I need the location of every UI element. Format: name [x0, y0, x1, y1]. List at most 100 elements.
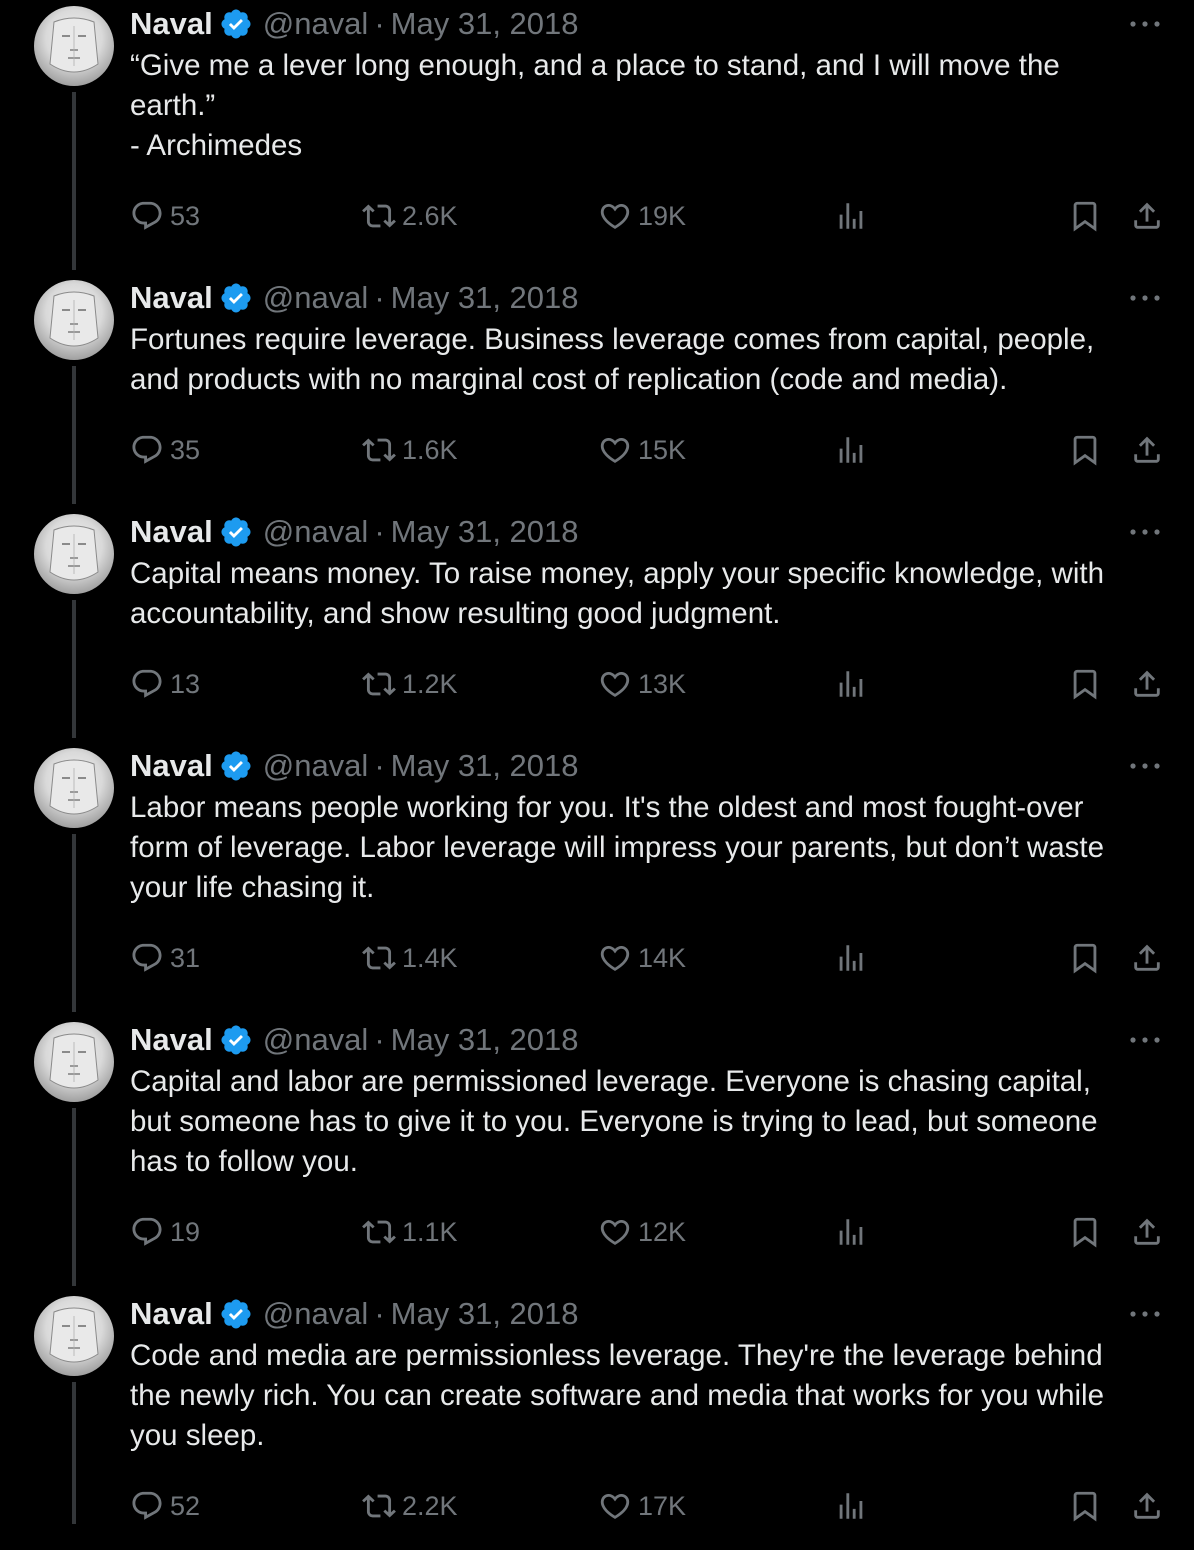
- like-button[interactable]: 14K: [598, 938, 686, 978]
- views-button[interactable]: [834, 1212, 868, 1252]
- tweet-date[interactable]: May 31, 2018: [391, 514, 579, 550]
- like-button[interactable]: 13K: [598, 664, 686, 704]
- share-button[interactable]: [1130, 1486, 1164, 1526]
- tweet-text-line: Fortunes require leverage. Business leve…: [130, 323, 1095, 356]
- more-icon[interactable]: [1128, 754, 1162, 778]
- verified-badge-icon[interactable]: [213, 1297, 263, 1331]
- views-icon: [834, 667, 868, 701]
- views-button[interactable]: [834, 938, 868, 978]
- reply-button[interactable]: 19: [130, 1212, 200, 1252]
- reply-button[interactable]: 31: [130, 938, 200, 978]
- tweet-date[interactable]: May 31, 2018: [391, 1022, 579, 1058]
- tweet[interactable]: Naval @naval · May 31, 2018 Capital and labo…: [0, 1016, 1194, 1276]
- share-button[interactable]: [1130, 430, 1164, 470]
- reply-button[interactable]: 35: [130, 430, 200, 470]
- retweet-count: 1.1K: [402, 1216, 458, 1247]
- tweet-date[interactable]: May 31, 2018: [391, 6, 579, 42]
- tweet-text-line: you sleep.: [130, 1419, 265, 1452]
- author-name[interactable]: Naval: [130, 6, 213, 42]
- avatar[interactable]: [34, 514, 114, 594]
- like-count: 14K: [638, 942, 687, 973]
- author-handle[interactable]: @naval: [263, 748, 369, 784]
- tweet-thread: Naval @naval · May 31, 2018 “Give me a lever…: [0, 0, 1194, 1524]
- tweet-date[interactable]: May 31, 2018: [391, 1296, 579, 1332]
- share-button[interactable]: [1130, 938, 1164, 978]
- verified-badge-icon[interactable]: [213, 1023, 263, 1057]
- heart-icon: [598, 1215, 638, 1249]
- author-handle[interactable]: @naval: [263, 280, 369, 316]
- author-name[interactable]: Naval: [130, 280, 213, 316]
- bookmark-button[interactable]: [1068, 938, 1102, 978]
- verified-badge-icon[interactable]: [213, 7, 263, 41]
- views-button[interactable]: [834, 430, 868, 470]
- author-handle[interactable]: @naval: [263, 1022, 369, 1058]
- like-button[interactable]: 19K: [598, 196, 686, 236]
- heart-icon: [598, 941, 638, 975]
- avatar[interactable]: [34, 748, 114, 828]
- retweet-button[interactable]: 1.2K: [362, 664, 458, 704]
- avatar[interactable]: [34, 280, 114, 360]
- tweet-text-line: has to follow you.: [130, 1145, 358, 1178]
- bookmark-button[interactable]: [1068, 1486, 1102, 1526]
- tweet[interactable]: Naval @naval · May 31, 2018 “Give me a lever…: [0, 0, 1194, 260]
- tweet-date[interactable]: May 31, 2018: [391, 748, 579, 784]
- reply-icon: [130, 433, 170, 467]
- heart-icon: [598, 667, 638, 701]
- thread-connector-line: [72, 366, 76, 504]
- tweet-actions: 52 2.2K 17K: [130, 1486, 1170, 1526]
- tweet[interactable]: Naval @naval · May 31, 2018 Labor means peop…: [0, 742, 1194, 1002]
- like-button[interactable]: 12K: [598, 1212, 686, 1252]
- more-icon[interactable]: [1128, 1028, 1162, 1052]
- share-button[interactable]: [1130, 196, 1164, 236]
- views-button[interactable]: [834, 196, 868, 236]
- tweet-text-line: accountability, and show resulting good …: [130, 597, 781, 630]
- reply-count: 19: [170, 1216, 201, 1247]
- author-name[interactable]: Naval: [130, 514, 213, 550]
- bookmark-button[interactable]: [1068, 430, 1102, 470]
- share-button[interactable]: [1130, 664, 1164, 704]
- more-icon[interactable]: [1128, 1302, 1162, 1326]
- tweet[interactable]: Naval @naval · May 31, 2018 Fortunes require…: [0, 274, 1194, 534]
- author-name[interactable]: Naval: [130, 1296, 213, 1332]
- retweet-button[interactable]: 2.6K: [362, 196, 458, 236]
- retweet-button[interactable]: 1.1K: [362, 1212, 458, 1252]
- tweet[interactable]: Naval @naval · May 31, 2018 Capital means mo…: [0, 508, 1194, 768]
- like-count: 19K: [638, 200, 687, 231]
- bookmark-icon: [1068, 941, 1102, 975]
- retweet-button[interactable]: 2.2K: [362, 1486, 458, 1526]
- reply-button[interactable]: 53: [130, 196, 200, 236]
- reply-button[interactable]: 13: [130, 664, 200, 704]
- retweet-button[interactable]: 1.6K: [362, 430, 458, 470]
- reply-button[interactable]: 52: [130, 1486, 200, 1526]
- verified-badge-icon[interactable]: [213, 515, 263, 549]
- more-icon[interactable]: [1128, 520, 1162, 544]
- views-button[interactable]: [834, 664, 868, 704]
- author-name[interactable]: Naval: [130, 1022, 213, 1058]
- author-handle[interactable]: @naval: [263, 1296, 369, 1332]
- tweet-actions: 13 1.2K 13K: [130, 664, 1170, 704]
- avatar[interactable]: [34, 1296, 114, 1376]
- avatar[interactable]: [34, 6, 114, 86]
- bookmark-button[interactable]: [1068, 664, 1102, 704]
- author-handle[interactable]: @naval: [263, 514, 369, 550]
- views-icon: [834, 199, 868, 233]
- author-name[interactable]: Naval: [130, 748, 213, 784]
- views-button[interactable]: [834, 1486, 868, 1526]
- like-button[interactable]: 17K: [598, 1486, 686, 1526]
- retweet-icon: [362, 199, 402, 233]
- tweet[interactable]: Naval @naval · May 31, 2018 Code and media a…: [0, 1290, 1194, 1550]
- tweet-date[interactable]: May 31, 2018: [391, 280, 579, 316]
- verified-badge-icon[interactable]: [213, 749, 263, 783]
- more-icon[interactable]: [1128, 12, 1162, 36]
- retweet-count: 2.2K: [402, 1490, 458, 1521]
- avatar[interactable]: [34, 1022, 114, 1102]
- bookmark-button[interactable]: [1068, 196, 1102, 236]
- bookmark-button[interactable]: [1068, 1212, 1102, 1252]
- verified-badge-icon[interactable]: [213, 281, 263, 315]
- share-button[interactable]: [1130, 1212, 1164, 1252]
- retweet-button[interactable]: 1.4K: [362, 938, 458, 978]
- bookmark-icon: [1068, 1489, 1102, 1523]
- like-button[interactable]: 15K: [598, 430, 686, 470]
- more-icon[interactable]: [1128, 286, 1162, 310]
- author-handle[interactable]: @naval: [263, 6, 369, 42]
